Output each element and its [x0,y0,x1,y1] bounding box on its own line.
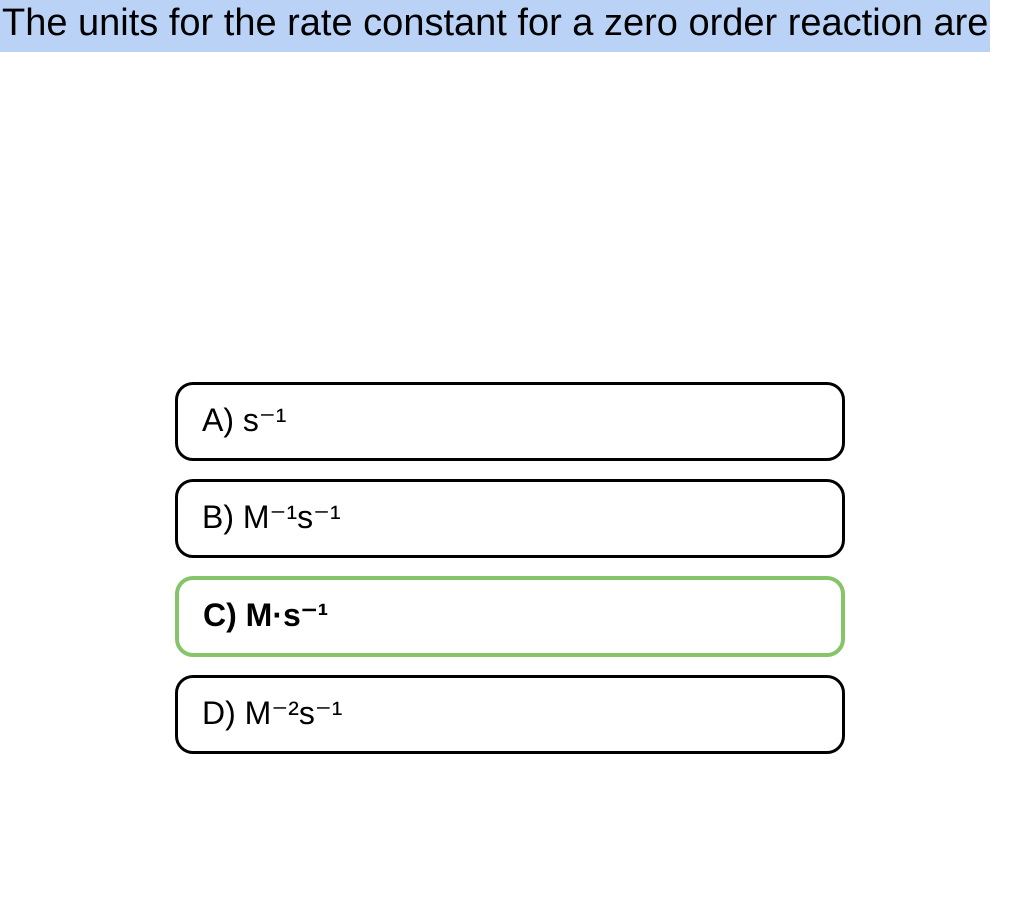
option-label: D) [202,695,236,731]
option-c[interactable]: C) M·s⁻¹ [175,576,845,657]
option-expr: M⁻¹s⁻¹ [243,499,341,535]
option-b[interactable]: B) M⁻¹s⁻¹ [175,479,845,558]
options-list: A) s⁻¹ B) M⁻¹s⁻¹ C) M·s⁻¹ D) M⁻²s⁻¹ [175,382,845,755]
option-label: A) [202,402,234,438]
option-label: B) [202,499,234,535]
question-text: The units for the rate constant for a ze… [0,0,990,52]
option-expr: M·s⁻¹ [246,597,329,633]
option-a[interactable]: A) s⁻¹ [175,382,845,461]
option-expr: M⁻²s⁻¹ [245,695,343,731]
option-expr: s⁻¹ [243,402,287,438]
option-d[interactable]: D) M⁻²s⁻¹ [175,675,845,754]
option-label: C) [203,597,237,633]
